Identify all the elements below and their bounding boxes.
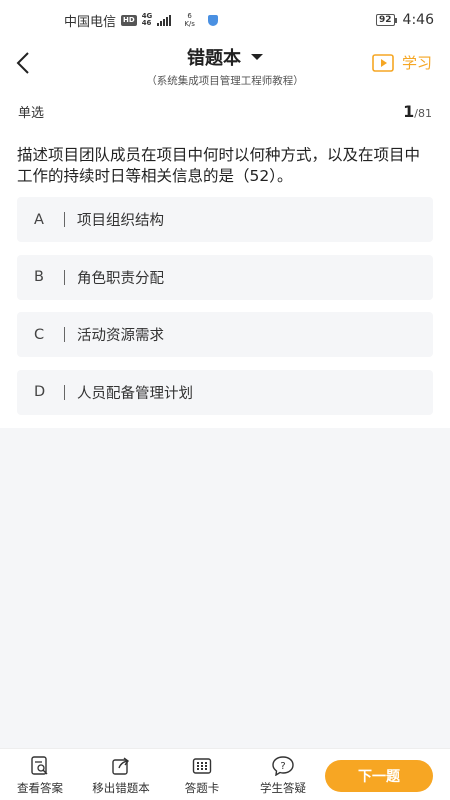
battery-icon: 92 [376, 14, 397, 26]
option-c[interactable]: C 活动资源需求 [17, 312, 433, 357]
svg-text:?: ? [280, 761, 285, 772]
clock: 4:46 [402, 12, 434, 28]
option-text: 活动资源需求 [77, 328, 164, 344]
hd-badge: HD [121, 14, 137, 26]
option-divider [64, 327, 65, 342]
network-type-bottom: 46 [141, 19, 152, 27]
network-type: 4G 46 [142, 13, 153, 27]
play-video-icon [372, 53, 394, 72]
status-bar: 中国电信 HD 4G 46 6 K/s 92 4:46 [0, 0, 450, 40]
page-title: 错题本 [187, 48, 241, 69]
dropdown-caret-icon [251, 54, 263, 60]
tab-label: 学生答疑 [260, 781, 306, 795]
shield-icon [207, 14, 218, 26]
next-question-button[interactable]: 下一题 [325, 760, 433, 792]
option-key: A [34, 211, 44, 228]
view-answer-button[interactable]: 查看答案 [0, 755, 80, 796]
answer-card-icon [191, 755, 213, 777]
title-dropdown[interactable]: 错题本 [187, 44, 263, 70]
status-right: 92 4:46 [376, 12, 434, 28]
answer-card-button[interactable]: 答题卡 [162, 755, 242, 796]
question-type: 单选 [18, 105, 45, 121]
network-speed-value: 6 [187, 12, 192, 20]
option-text: 角色职责分配 [77, 270, 164, 287]
question-meta: 单选 1/81 [0, 96, 450, 126]
option-text: 人员配备管理计划 [77, 385, 193, 402]
tab-label: 答题卡 [184, 781, 220, 795]
content-background [0, 428, 450, 748]
view-answer-icon [29, 755, 51, 777]
network-speed-unit: K/s [184, 20, 195, 28]
study-label: 学习 [401, 54, 432, 72]
option-text: 项目组织结构 [77, 213, 164, 229]
question-counter: 1/81 [403, 102, 432, 121]
battery-level: 92 [376, 14, 395, 26]
option-a[interactable]: A 项目组织结构 [17, 197, 433, 242]
bottom-toolbar: 查看答案 移出错题本 答题卡 ? 学生答疑 下一题 [0, 748, 450, 800]
question-text: 描述项目团队成员在项目中何时以何种方式，以及在项目中工作的持续时日等相关信息的是… [17, 146, 421, 185]
move-out-icon [110, 755, 132, 777]
status-left: 中国电信 HD 4G 46 6 K/s [64, 11, 218, 30]
option-divider [64, 212, 65, 227]
option-b[interactable]: B 角色职责分配 [17, 254, 433, 300]
carrier-name: 中国电信 [64, 14, 117, 30]
option-key: D [34, 384, 46, 400]
option-divider [64, 269, 65, 285]
question-help-icon: ? [272, 755, 294, 777]
total-questions: /81 [414, 106, 432, 120]
page-subtitle: （系统集成项目管理工程师教程） [146, 75, 304, 87]
signal-icon [157, 14, 172, 26]
option-divider [64, 384, 65, 400]
study-button[interactable]: 学习 [372, 52, 432, 73]
student-qa-button[interactable]: ? 学生答疑 [243, 755, 323, 796]
options-list: A 项目组织结构 B 角色职责分配 C 活动资源需求 D 人员配备管理计划 [17, 197, 433, 427]
option-key: C [34, 326, 45, 343]
move-out-button[interactable]: 移出错题本 [81, 755, 161, 796]
header: 错题本 （系统集成项目管理工程师教程） 学习 [0, 40, 450, 88]
option-key: B [34, 269, 44, 285]
tab-label: 移出错题本 [92, 781, 150, 795]
tab-label: 查看答案 [17, 781, 63, 795]
option-d[interactable]: D 人员配备管理计划 [17, 369, 433, 415]
network-speed: 6 K/s [184, 12, 195, 28]
current-question-number: 1 [403, 101, 415, 121]
